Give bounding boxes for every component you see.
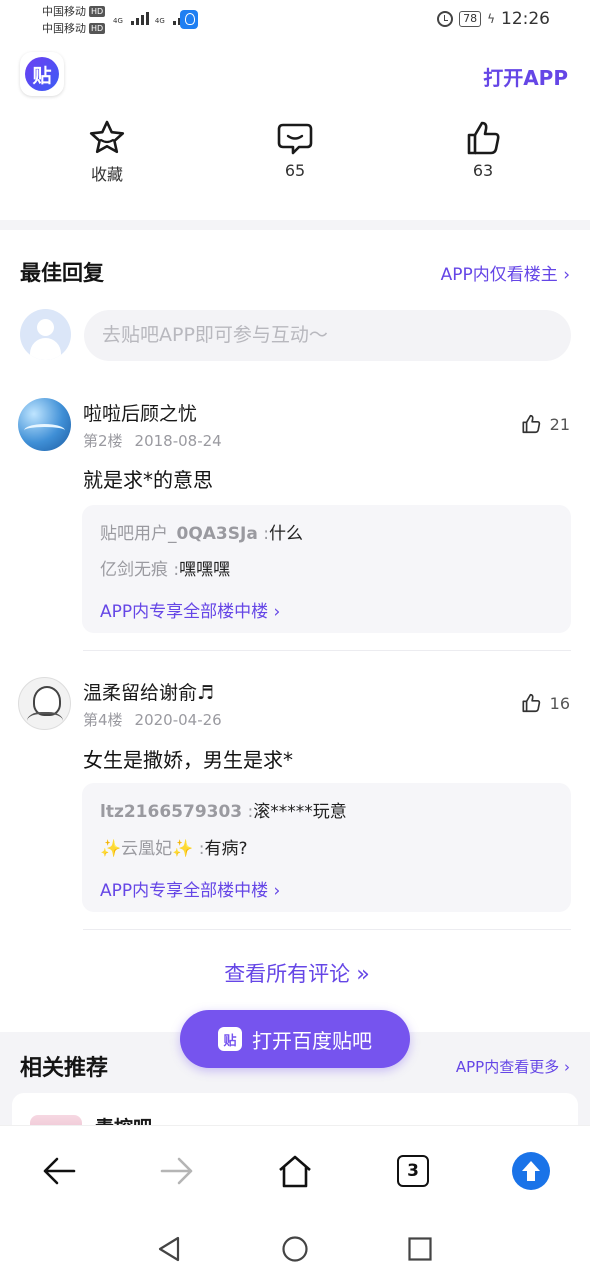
post-like-button[interactable]: 16: [520, 692, 570, 714]
comment-button[interactable]: 65: [255, 119, 335, 180]
lightbulb-icon: [180, 10, 198, 29]
clock: 12:26: [501, 9, 550, 29]
post-divider: [83, 650, 571, 651]
post-date: 2020-04-26: [134, 711, 222, 729]
thumbs-up-icon: [467, 121, 500, 155]
circle-home-icon: [282, 1236, 308, 1262]
related-title: 相关推荐: [20, 1056, 109, 1081]
system-navigation: [0, 1220, 590, 1280]
sparkle-icon: ✨: [100, 839, 122, 859]
browser-toolbar: 3: [0, 1125, 590, 1220]
system-home-button[interactable]: [280, 1234, 310, 1264]
comment-icon: [277, 123, 313, 155]
username[interactable]: 啦啦后顾之忧: [83, 399, 197, 426]
like-button[interactable]: 63: [443, 119, 523, 180]
post-meta: 第2楼 2018-08-24: [83, 430, 234, 451]
double-chevron-icon: ››: [356, 962, 369, 987]
carrier-info: 中国移动 HD 中国移动 HD: [42, 3, 106, 37]
battery-indicator: 78: [459, 11, 482, 27]
sub-reply[interactable]: ✨云凰妃✨ :有病?: [100, 834, 248, 859]
sub-replies: 贴吧用户_0QA3SJa :什么 亿剑无痕 :嘿嘿嘿 APP内专享全部楼中楼 ›: [82, 505, 571, 633]
carrier-1: 中国移动: [42, 5, 86, 18]
like-count: 21: [549, 414, 570, 434]
scroll-top-button[interactable]: [511, 1151, 551, 1191]
home-button[interactable]: [275, 1151, 315, 1191]
user-avatar: [20, 309, 71, 360]
action-stats: 收藏 65 63: [0, 115, 590, 195]
network-type: 4G: [113, 17, 123, 25]
tieba-logo[interactable]: 贴: [20, 52, 64, 96]
square-recents-icon: [408, 1237, 432, 1261]
system-recents-button[interactable]: [405, 1234, 435, 1264]
network-type-2: 4G: [154, 17, 165, 25]
sub-reply[interactable]: ltz2166579303 :滚*****玩意: [100, 797, 347, 822]
sub-reply[interactable]: 贴吧用户_0QA3SJa :什么: [100, 519, 303, 544]
favorite-button[interactable]: 收藏: [67, 119, 147, 185]
open-tieba-label: 打开百度贴吧: [252, 1028, 372, 1053]
like-count: 16: [549, 693, 570, 713]
triangle-back-icon: [158, 1236, 180, 1262]
post-date: 2018-08-24: [134, 432, 222, 450]
floor-number: 第2楼: [83, 432, 123, 450]
back-arrow-icon: [43, 1157, 76, 1185]
section-divider: [0, 220, 590, 230]
post-content: 就是求*的意思: [83, 468, 213, 492]
avatar[interactable]: [18, 677, 71, 730]
tabs-button[interactable]: 3: [393, 1151, 433, 1191]
logo-text: 贴: [25, 57, 59, 91]
sub-reply[interactable]: 亿剑无痕 :嘿嘿嘿: [100, 555, 230, 580]
post-content: 女生是撒娇，男生是求*: [83, 748, 293, 772]
back-button[interactable]: [39, 1151, 79, 1191]
home-icon: [279, 1155, 311, 1188]
more-sub-replies-link[interactable]: APP内专享全部楼中楼 ›: [100, 597, 280, 622]
thumbs-up-icon: [522, 414, 540, 434]
thumbs-up-icon: [522, 693, 540, 713]
post-like-button[interactable]: 21: [520, 413, 570, 435]
like-count: 63: [472, 161, 494, 180]
more-sub-replies-link[interactable]: APP内专享全部楼中楼 ›: [100, 876, 280, 901]
sparkle-icon: ✨: [172, 839, 194, 859]
favorite-label: 收藏: [90, 165, 123, 184]
forward-arrow-icon: [160, 1157, 193, 1185]
post-meta: 第4楼 2020-04-26: [83, 709, 234, 730]
status-bar: 中国移动 HD 中国移动 HD 4G 4G 78 ϟ 12:26: [0, 0, 590, 40]
sub-replies: ltz2166579303 :滚*****玩意 ✨云凰妃✨ :有病? APP内专…: [82, 783, 571, 912]
carrier-2: 中国移动: [42, 22, 86, 35]
best-replies-title: 最佳回复: [20, 261, 104, 285]
open-tieba-button[interactable]: 贴 打开百度贴吧: [180, 1010, 410, 1068]
view-all-label: 查看所有评论: [224, 962, 351, 986]
tieba-badge-icon: 贴: [218, 1027, 242, 1051]
status-right: 78 ϟ 12:26: [437, 9, 550, 29]
reply-input[interactable]: 去贴吧APP即可参与互动～: [84, 310, 571, 361]
post-divider: [83, 929, 571, 930]
open-app-button[interactable]: 打开APP: [483, 62, 568, 91]
system-back-button[interactable]: [154, 1234, 184, 1264]
comment-count: 65: [284, 161, 306, 180]
app-header: 贴 打开APP: [0, 40, 590, 110]
forward-button[interactable]: [157, 1151, 197, 1191]
avatar[interactable]: [18, 398, 71, 451]
alarm-icon: [437, 11, 454, 27]
star-icon: [89, 120, 125, 154]
up-arrow-icon: [512, 1152, 550, 1190]
tabs-count: 3: [397, 1155, 429, 1187]
only-host-link[interactable]: APP内仅看楼主 ›: [441, 260, 570, 285]
reply-composer: 去贴吧APP即可参与互动～: [20, 309, 571, 361]
hd-badge: HD: [89, 6, 106, 17]
username[interactable]: 温柔留给谢俞♬: [83, 678, 214, 705]
related-more-link[interactable]: APP内查看更多 ›: [456, 1056, 570, 1077]
hd-badge-2: HD: [89, 23, 106, 34]
view-all-comments-link[interactable]: 查看所有评论 ››: [0, 958, 590, 988]
charging-icon: ϟ: [487, 12, 495, 26]
floor-number: 第4楼: [83, 711, 123, 729]
signal-icon: [130, 9, 149, 25]
